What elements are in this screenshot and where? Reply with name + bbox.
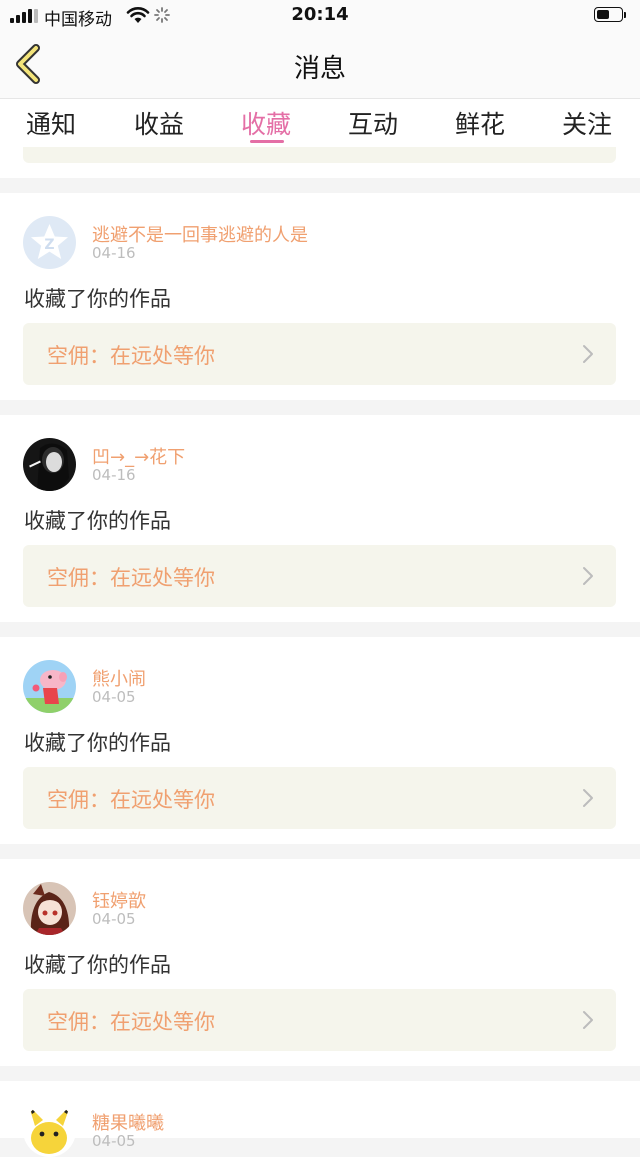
list-item: 熊小闹 04-05 收藏了你的作品 空佣：在远处等你	[0, 637, 640, 844]
work-title: 空佣：在远处等你	[47, 566, 215, 590]
anime-girl-avatar-icon	[23, 882, 76, 935]
list-item: 钰婷歆 04-05 收藏了你的作品 空佣：在远处等你	[0, 859, 640, 1066]
work-link[interactable]: 空佣：在远处等你	[23, 545, 616, 607]
status-bar: 中国移动 20:14	[0, 0, 640, 32]
chevron-right-icon	[583, 1011, 593, 1029]
user-avatar[interactable]	[23, 882, 76, 935]
tab-bar: 通知 收益 收藏 互动 鲜花 关注	[0, 99, 640, 147]
clock: 20:14	[291, 4, 349, 25]
message-date: 04-16	[92, 244, 136, 262]
page-title: 消息	[293, 54, 346, 84]
action-text: 收藏了你的作品	[24, 731, 171, 755]
work-link[interactable]: 空佣：在远处等你	[23, 323, 616, 385]
tab-flowers[interactable]: 鲜花	[455, 105, 505, 141]
list-item	[0, 147, 640, 178]
chevron-right-icon	[583, 345, 593, 363]
message-date: 04-05	[92, 910, 136, 928]
chevron-right-icon	[583, 789, 593, 807]
navigation-bar: 消息	[0, 32, 640, 99]
tab-notifications[interactable]: 通知	[26, 105, 76, 141]
user-avatar[interactable]	[23, 438, 76, 491]
user-avatar[interactable]	[23, 660, 76, 713]
list-item: Z 逃避不是一回事逃避的人是 04-16 收藏了你的作品 空佣：在远处等你	[0, 193, 640, 400]
user-avatar[interactable]: Z	[23, 216, 76, 269]
action-text: 收藏了你的作品	[24, 509, 171, 533]
message-date: 04-05	[92, 1132, 136, 1150]
tab-earnings[interactable]: 收益	[134, 105, 184, 141]
tab-favorites[interactable]: 收藏	[241, 105, 291, 141]
battery-icon	[594, 7, 628, 24]
dark-portrait-avatar-icon	[23, 438, 76, 491]
tab-following[interactable]: 关注	[562, 105, 612, 141]
tab-interactions[interactable]: 互动	[348, 105, 398, 141]
peppa-pig-avatar-icon	[23, 660, 76, 713]
work-link[interactable]: 空佣：在远处等你	[23, 767, 616, 829]
chevron-right-icon	[583, 567, 593, 585]
action-text: 收藏了你的作品	[24, 287, 171, 311]
work-title: 空佣：在远处等你	[47, 344, 215, 368]
work-link[interactable]	[23, 147, 616, 163]
message-date: 04-16	[92, 466, 136, 484]
message-date: 04-05	[92, 688, 136, 706]
work-link[interactable]: 空佣：在远处等你	[23, 989, 616, 1051]
list-item: 凹→_→花下 04-16 收藏了你的作品 空佣：在远处等你	[0, 415, 640, 622]
user-avatar[interactable]	[23, 1104, 76, 1157]
pikachu-avatar-icon	[23, 1104, 76, 1157]
work-title: 空佣：在远处等你	[47, 1010, 215, 1034]
default-qq-avatar-icon: Z	[23, 216, 76, 269]
active-tab-indicator	[250, 140, 284, 143]
list-item: 糖果曦曦 04-05	[0, 1081, 640, 1157]
action-text: 收藏了你的作品	[24, 953, 171, 977]
work-title: 空佣：在远处等你	[47, 788, 215, 812]
svg-text:Z: Z	[44, 237, 54, 253]
